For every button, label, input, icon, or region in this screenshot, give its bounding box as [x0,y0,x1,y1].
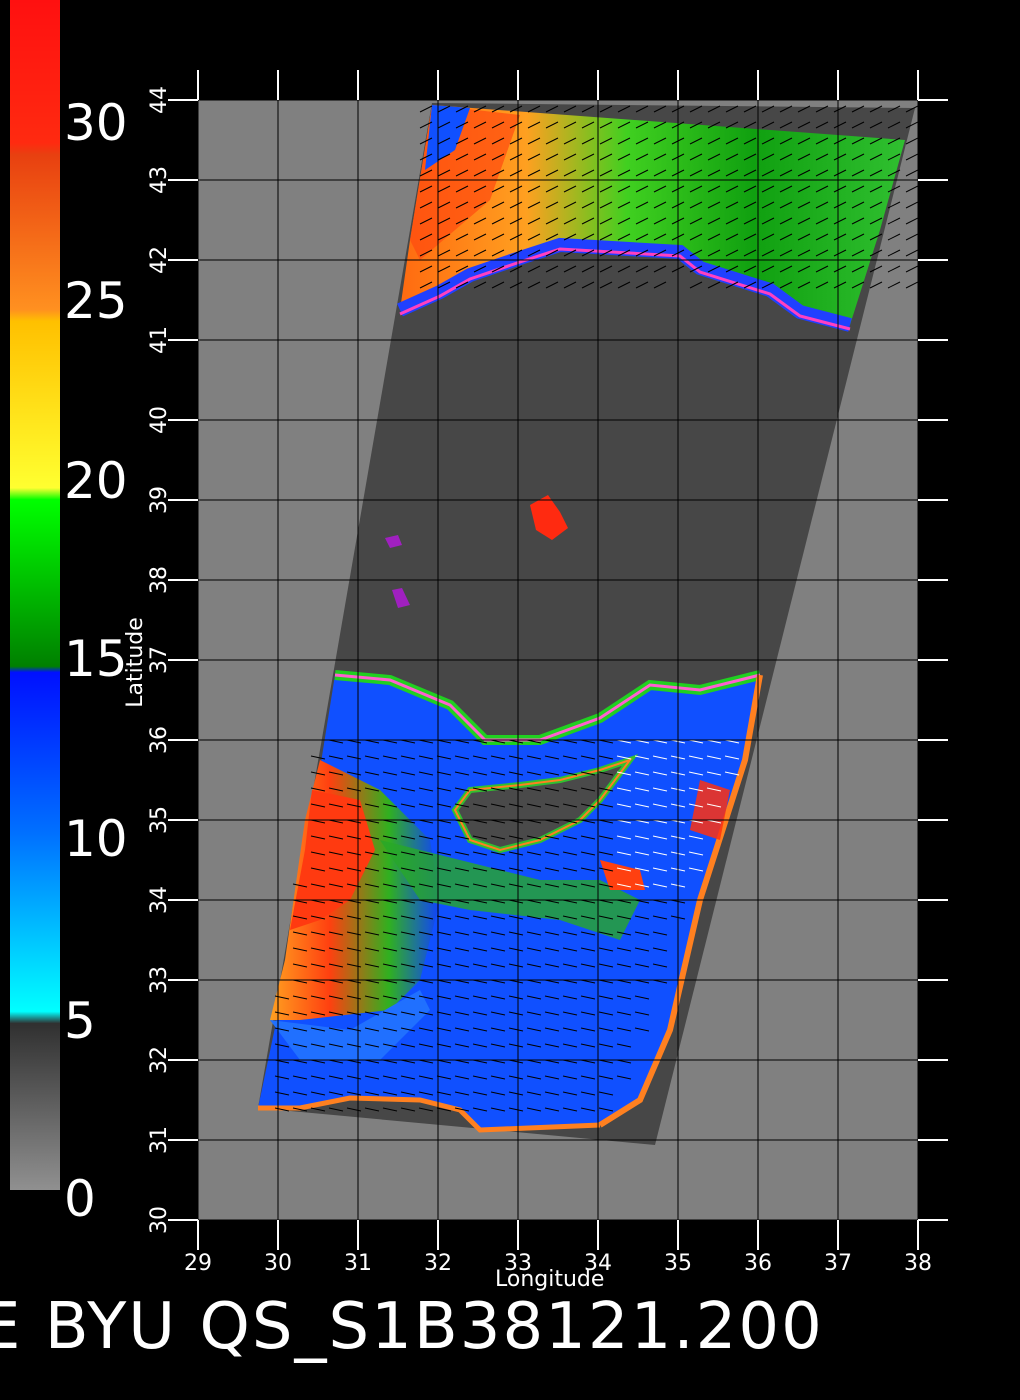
y-tick-labels: 30 31 32 33 34 35 36 37 38 39 40 41 42 43 44 [147,86,172,1234]
x-tick-label-36: 36 [744,1251,772,1276]
y-tick-label-31: 31 [147,1126,172,1154]
x-tick-label-37: 37 [824,1251,852,1276]
y-tick-label-44: 44 [147,86,172,114]
wind-speed-map: 29 30 31 32 33 34 35 36 37 38 30 31 32 33 34 35 36 37 38 3… [147,70,948,1276]
x-tick-label-31: 31 [344,1251,372,1276]
y-tick-label-43: 43 [147,166,172,194]
y-tick-label-42: 42 [147,246,172,274]
y-tick-label-40: 40 [147,406,172,434]
y-tick-label-33: 33 [147,966,172,994]
y-tick-label-37: 37 [147,646,172,674]
x-tick-label-35: 35 [664,1251,692,1276]
x-axis-title: Longitude [495,1267,605,1292]
x-tick-label-38: 38 [904,1251,932,1276]
product-title: E BYU QS_S1B38121.200 [0,1290,824,1364]
y-tick-label-35: 35 [147,806,172,834]
y-tick-label-36: 36 [147,726,172,754]
y-tick-label-41: 41 [147,326,172,354]
y-tick-label-38: 38 [147,566,172,594]
y-axis-title: Latitude [122,617,148,708]
y-tick-label-34: 34 [147,886,172,914]
x-tick-label-32: 32 [424,1251,452,1276]
x-tick-label-30: 30 [264,1251,292,1276]
y-tick-label-39: 39 [147,486,172,514]
y-tick-label-32: 32 [147,1046,172,1074]
x-tick-label-29: 29 [184,1251,212,1276]
y-tick-label-30: 30 [147,1206,172,1234]
